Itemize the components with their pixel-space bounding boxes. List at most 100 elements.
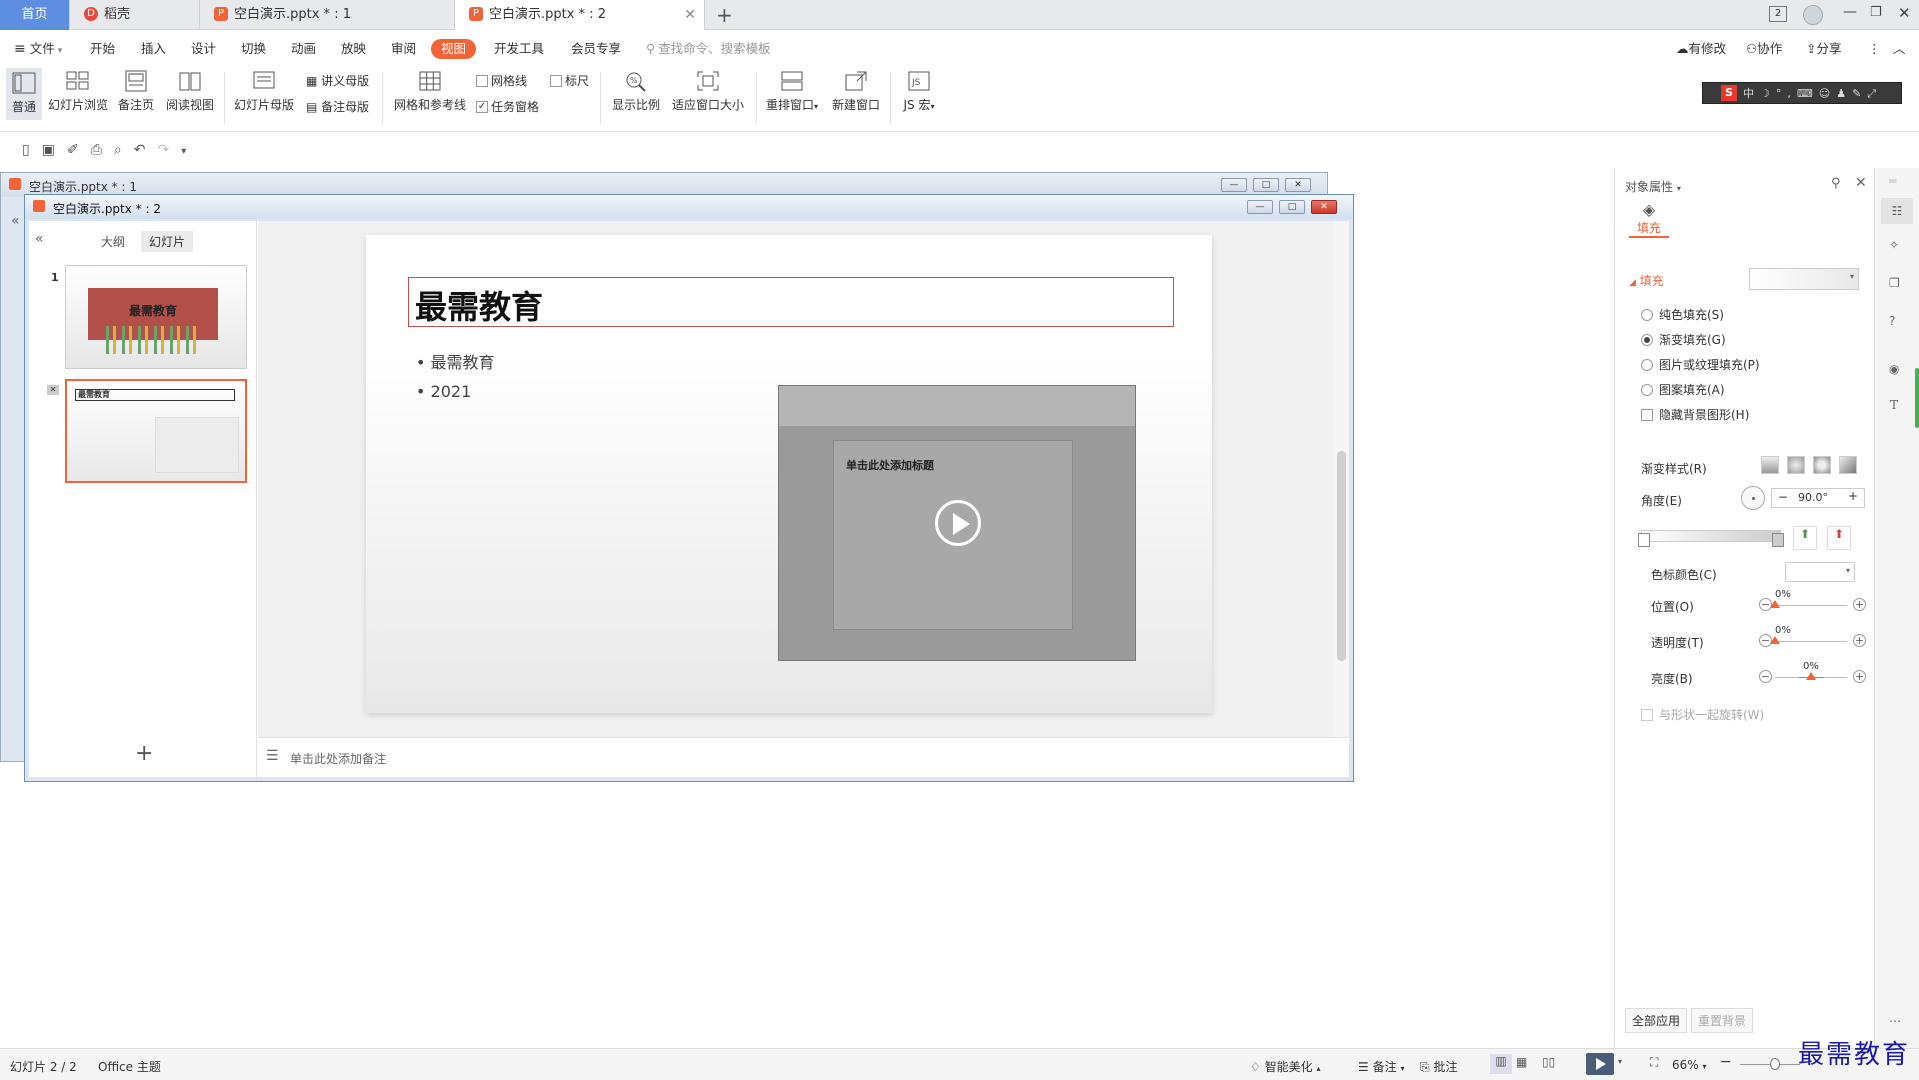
radio[interactable] <box>1641 358 1653 371</box>
drag-handle-icon[interactable]: ═ <box>1889 174 1896 188</box>
task-pane-check[interactable]: ✓ <box>476 100 488 113</box>
tab-doc1[interactable]: P 空白演示.pptx * : 1 <box>200 0 455 30</box>
print-preview-icon[interactable]: ⌕ <box>114 142 134 158</box>
embedded-video[interactable]: 单击此处添加标题 <box>778 385 1136 661</box>
normal-view-icon[interactable]: ▥ <box>1490 1054 1512 1074</box>
minimize-button[interactable]: — <box>1247 200 1273 214</box>
close-tab-icon[interactable]: ✕ <box>684 0 696 30</box>
apply-all-button[interactable]: 全部应用 <box>1625 1008 1688 1033</box>
slider-thumb[interactable] <box>1806 672 1816 680</box>
solid-fill-option[interactable]: 纯色填充(S) <box>1641 306 1724 323</box>
notes-page-button[interactable]: 备注页 <box>114 70 158 113</box>
menu-insert[interactable]: 插入 <box>141 39 166 59</box>
tab-doc2[interactable]: P 空白演示.pptx * : 2 ✕ <box>455 0 705 30</box>
new-window-button[interactable]: 新建窗口 <box>828 70 884 113</box>
zoom-slider-thumb[interactable] <box>1770 1058 1780 1070</box>
close-panel-icon[interactable]: ✕ <box>1855 175 1867 191</box>
transparency-increment[interactable]: + <box>1853 634 1866 647</box>
avatar[interactable] <box>1803 5 1823 25</box>
collapse-ribbon-icon[interactable]: ︿ <box>1893 39 1906 59</box>
gradient-radial-icon[interactable] <box>1787 456 1805 474</box>
slide-bullet-1[interactable]: • 最需教育 <box>416 349 495 373</box>
close-button[interactable]: ✕ <box>1311 200 1337 214</box>
collab-button[interactable]: ⚇协作 <box>1746 39 1782 59</box>
print-icon[interactable]: ⎙ <box>91 142 114 158</box>
window-count-badge[interactable]: 2 <box>1769 6 1787 22</box>
slide-switch-icon[interactable]: ❐ <box>1889 276 1900 290</box>
ime-toolbar[interactable]: S 中☽°,⌨☺♟✎⤢ <box>1702 82 1902 104</box>
pattern-fill-option[interactable]: 图案填充(A) <box>1641 381 1725 398</box>
menu-start[interactable]: 开始 <box>90 39 115 59</box>
brightness-increment[interactable]: + <box>1853 670 1866 683</box>
play-icon[interactable] <box>935 500 981 546</box>
slide[interactable]: 最需教育 • 最需教育 • 2021 单击此处添加标题 <box>366 235 1212 713</box>
menu-design[interactable]: 设计 <box>191 39 216 59</box>
transparency-slider[interactable] <box>1770 636 1847 644</box>
close-button[interactable]: ✕ <box>1285 178 1311 192</box>
slider-thumb[interactable] <box>1770 600 1780 608</box>
radio[interactable] <box>1641 383 1653 396</box>
new-file-icon[interactable]: ▯ <box>22 142 42 158</box>
add-stop-icon[interactable]: ⬆ <box>1793 526 1817 550</box>
notes-master-button[interactable]: ▤ 备注母版 <box>306 98 369 116</box>
reading-view-icon[interactable]: ▯▯ <box>1542 1055 1555 1069</box>
undo-icon[interactable]: ↶ <box>134 142 158 158</box>
fill-tab[interactable]: ◈ 填充 <box>1629 200 1669 238</box>
animation-icon[interactable]: ✧ <box>1889 238 1899 252</box>
menu-slideshow[interactable]: 放映 <box>341 39 366 59</box>
angle-dial[interactable] <box>1741 486 1765 510</box>
tab-home[interactable]: 首页 <box>0 0 70 30</box>
gradient-stop-bar[interactable] <box>1638 530 1784 547</box>
reset-bg-button[interactable]: 重置背景 <box>1691 1008 1754 1033</box>
panel-header[interactable]: 对象属性 ▾ <box>1625 178 1681 195</box>
gradient-path-icon[interactable] <box>1839 456 1857 474</box>
arrange-windows-button[interactable]: 重排窗口▾ <box>762 70 822 113</box>
gradient-linear-icon[interactable] <box>1761 456 1779 474</box>
gradient-style-presets[interactable] <box>1761 456 1865 474</box>
file-menu[interactable]: ≡ 文件 ▾ <box>14 39 62 59</box>
handout-master-button[interactable]: ▦ 讲义母版 <box>306 72 369 90</box>
stop-color-dropdown[interactable]: ▾ <box>1785 562 1855 582</box>
collapse-icon[interactable]: « <box>11 213 20 229</box>
add-slide-button[interactable]: + <box>135 741 153 766</box>
beautify-button[interactable]: ♢ 智能美化 ▴ <box>1250 1058 1320 1075</box>
save-icon[interactable]: ▣ <box>42 142 67 158</box>
share-button[interactable]: ⇪分享 <box>1806 39 1842 59</box>
window-2-titlebar[interactable]: 空白演示.pptx * : 2 — □ ✕ <box>25 195 1353 219</box>
new-tab-icon[interactable]: + <box>716 3 733 27</box>
fit-window-button[interactable]: 适应窗口大小 <box>668 70 748 113</box>
menu-view[interactable]: 视图 <box>431 39 477 59</box>
fill-preview-dropdown[interactable]: ▾ <box>1749 268 1859 290</box>
js-macro-button[interactable]: JS JS 宏▾ <box>896 70 942 113</box>
menu-review[interactable]: 审阅 <box>391 39 416 59</box>
slide-thumbnail-2[interactable]: 最需教育 <box>65 379 247 483</box>
strip-scroll-indicator[interactable] <box>1915 368 1919 428</box>
radio[interactable] <box>1641 308 1653 321</box>
hide-bg-option[interactable]: 隐藏背景图形(H) <box>1641 406 1749 423</box>
close-icon[interactable]: ✕ <box>1898 4 1911 22</box>
menu-transition[interactable]: 切换 <box>241 39 266 59</box>
rotate-with-shape-option[interactable]: 与形状一起旋转(W) <box>1641 706 1764 723</box>
slide-master-button[interactable]: 幻灯片母版 <box>232 70 296 113</box>
gradient-fill-option[interactable]: 渐变填充(G) <box>1641 331 1726 348</box>
format-painter-icon[interactable]: ✐ <box>67 142 91 158</box>
redo-icon[interactable]: ↷ <box>157 142 181 158</box>
ruler-check[interactable] <box>550 74 562 87</box>
fill-section-header[interactable]: ◢ 填充 <box>1629 272 1664 289</box>
modified-button[interactable]: ☁有修改 <box>1676 39 1726 59</box>
tab-daoke[interactable]: D 稻壳 <box>70 0 200 30</box>
zoom-slider[interactable] <box>1740 1058 1800 1070</box>
search-box[interactable]: ⚲ 查找命令、搜索模板 <box>646 39 771 59</box>
collapse-panel-icon[interactable]: « <box>35 231 44 247</box>
minimize-icon[interactable]: — <box>1843 4 1857 20</box>
window-2[interactable]: 空白演示.pptx * : 2 — □ ✕ « 大纲 幻灯片 1 最需教育 最需… <box>24 194 1354 782</box>
angle-input[interactable]: − 90.0° + <box>1771 488 1865 508</box>
menu-animation[interactable]: 动画 <box>291 39 316 59</box>
gridlines-check[interactable] <box>476 74 488 87</box>
chevron-down-icon[interactable]: ▾ <box>1618 1057 1622 1066</box>
brightness-decrement[interactable]: − <box>1759 670 1772 683</box>
ruler-checkbox[interactable]: 标尺 <box>550 72 589 90</box>
maximize-button[interactable]: □ <box>1253 178 1279 192</box>
angle-decrement[interactable]: − <box>1778 490 1788 504</box>
vertical-scrollbar[interactable] <box>1334 221 1349 737</box>
